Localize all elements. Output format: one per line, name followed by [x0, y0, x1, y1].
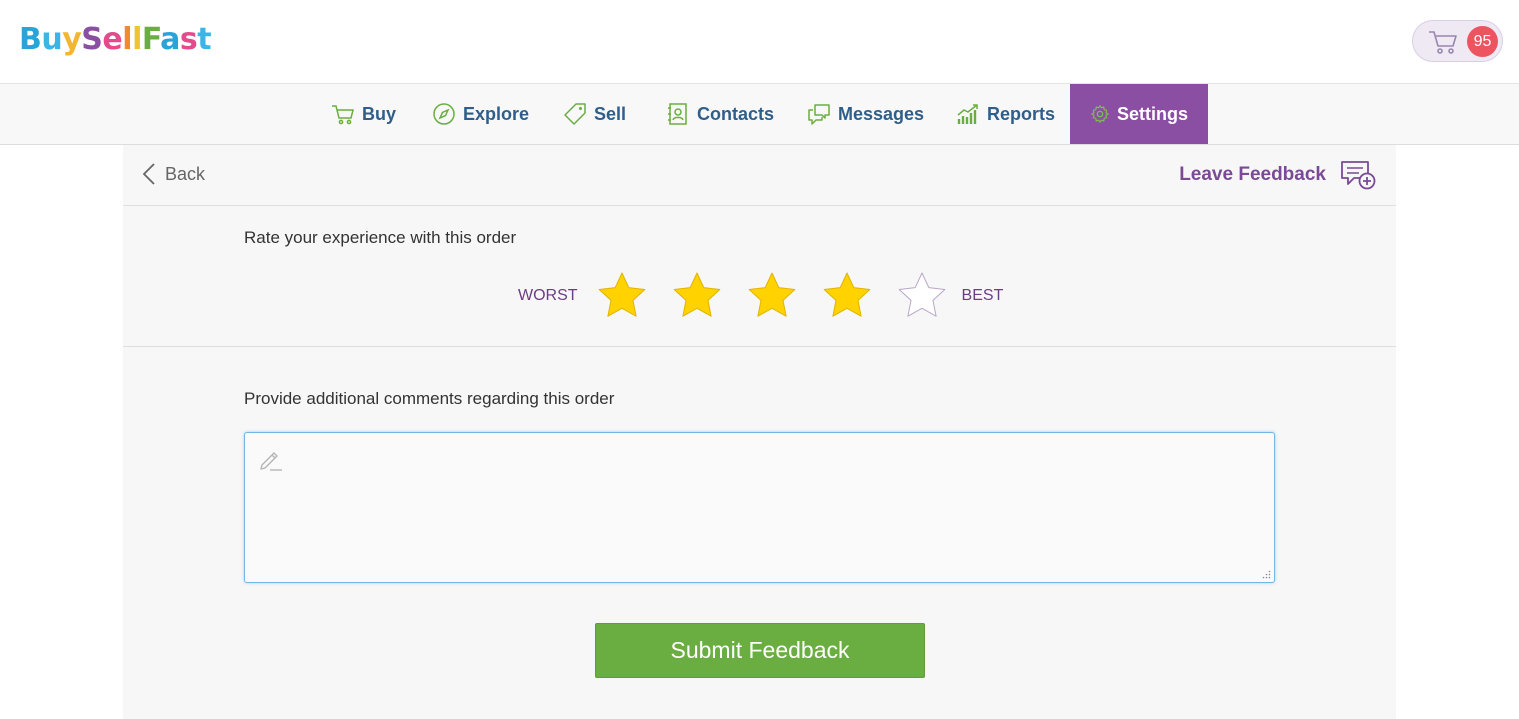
submit-feedback-button[interactable]: Submit Feedback — [595, 623, 925, 678]
logo-letter: u — [41, 22, 63, 57]
nav-label: Explore — [463, 103, 530, 124]
nav-label: Reports — [987, 103, 1056, 124]
gear-icon — [1091, 105, 1109, 123]
star-rating: WORST BEST — [518, 270, 1003, 322]
cart-button[interactable]: 95 — [1412, 20, 1503, 62]
comments-box[interactable] — [244, 432, 1275, 583]
rating-section: Rate your experience with this order WOR… — [123, 206, 1396, 347]
logo-letter: l — [122, 22, 133, 57]
logo-letter: y — [62, 22, 82, 57]
bar-chart-icon — [957, 104, 978, 124]
nav-item-buy[interactable]: Buy — [331, 84, 396, 144]
address-book-icon — [668, 103, 687, 125]
logo[interactable]: BuySellFast — [19, 20, 212, 60]
rating-prompt: Rate your experience with this order — [244, 228, 517, 247]
star-filled-icon[interactable] — [596, 270, 648, 322]
feedback-panel: Back Leave Feedback Rate your experience… — [123, 145, 1396, 719]
star-list — [596, 270, 948, 322]
logo-letter: t — [197, 22, 212, 57]
panel-topbar: Back Leave Feedback — [123, 145, 1396, 206]
star-filled-icon[interactable] — [671, 270, 723, 322]
nav-item-settings[interactable]: Settings — [1070, 84, 1208, 144]
comments-prompt: Provide additional comments regarding th… — [244, 389, 615, 408]
logo-letter: e — [102, 22, 123, 57]
tag-icon — [564, 103, 586, 125]
star-empty-icon[interactable] — [896, 270, 948, 322]
logo-letter: l — [132, 22, 142, 57]
nav-item-contacts[interactable]: Contacts — [666, 84, 774, 144]
page-title-text: Leave Feedback — [1179, 164, 1326, 185]
chevron-left-icon — [142, 163, 155, 185]
back-button[interactable]: Back — [141, 161, 205, 187]
nav-label: Contacts — [697, 103, 775, 124]
resize-grip-icon[interactable] — [1262, 570, 1271, 579]
back-label: Back — [165, 163, 206, 184]
cart-icon — [332, 105, 354, 125]
logo-letter: B — [19, 22, 42, 57]
pencil-icon — [260, 452, 282, 471]
nav-label: Messages — [838, 103, 925, 124]
nav-item-messages[interactable]: Messages — [807, 84, 924, 144]
nav-item-reports[interactable]: Reports — [956, 84, 1055, 144]
nav-item-sell[interactable]: Sell — [563, 84, 626, 144]
star-filled-icon[interactable] — [746, 270, 798, 322]
rating-low-label: WORST — [518, 287, 578, 304]
page-title: Leave Feedback — [1179, 159, 1376, 191]
logo-letter: F — [141, 22, 161, 57]
logo-letter: a — [160, 22, 180, 57]
feedback-add-icon — [1341, 161, 1376, 190]
nav-item-explore[interactable]: Explore — [432, 84, 529, 144]
nav-label: Buy — [362, 103, 397, 124]
header: BuySellFast 95 — [0, 0, 1519, 84]
chat-bubbles-icon — [808, 104, 830, 125]
compass-icon — [433, 103, 455, 125]
nav-label: Settings — [1116, 103, 1188, 124]
nav-label: Sell — [594, 103, 627, 124]
logo-letter: s — [179, 22, 198, 57]
rating-high-label: BEST — [961, 287, 1004, 304]
comments-textarea[interactable] — [285, 443, 1265, 571]
cart-count-badge: 95 — [1467, 26, 1498, 57]
logo-letter: S — [81, 22, 103, 57]
star-filled-icon[interactable] — [821, 270, 873, 322]
main-nav: Buy Explore Sell Contacts Messages Repor… — [0, 84, 1519, 145]
shopping-cart-icon — [1429, 31, 1457, 54]
